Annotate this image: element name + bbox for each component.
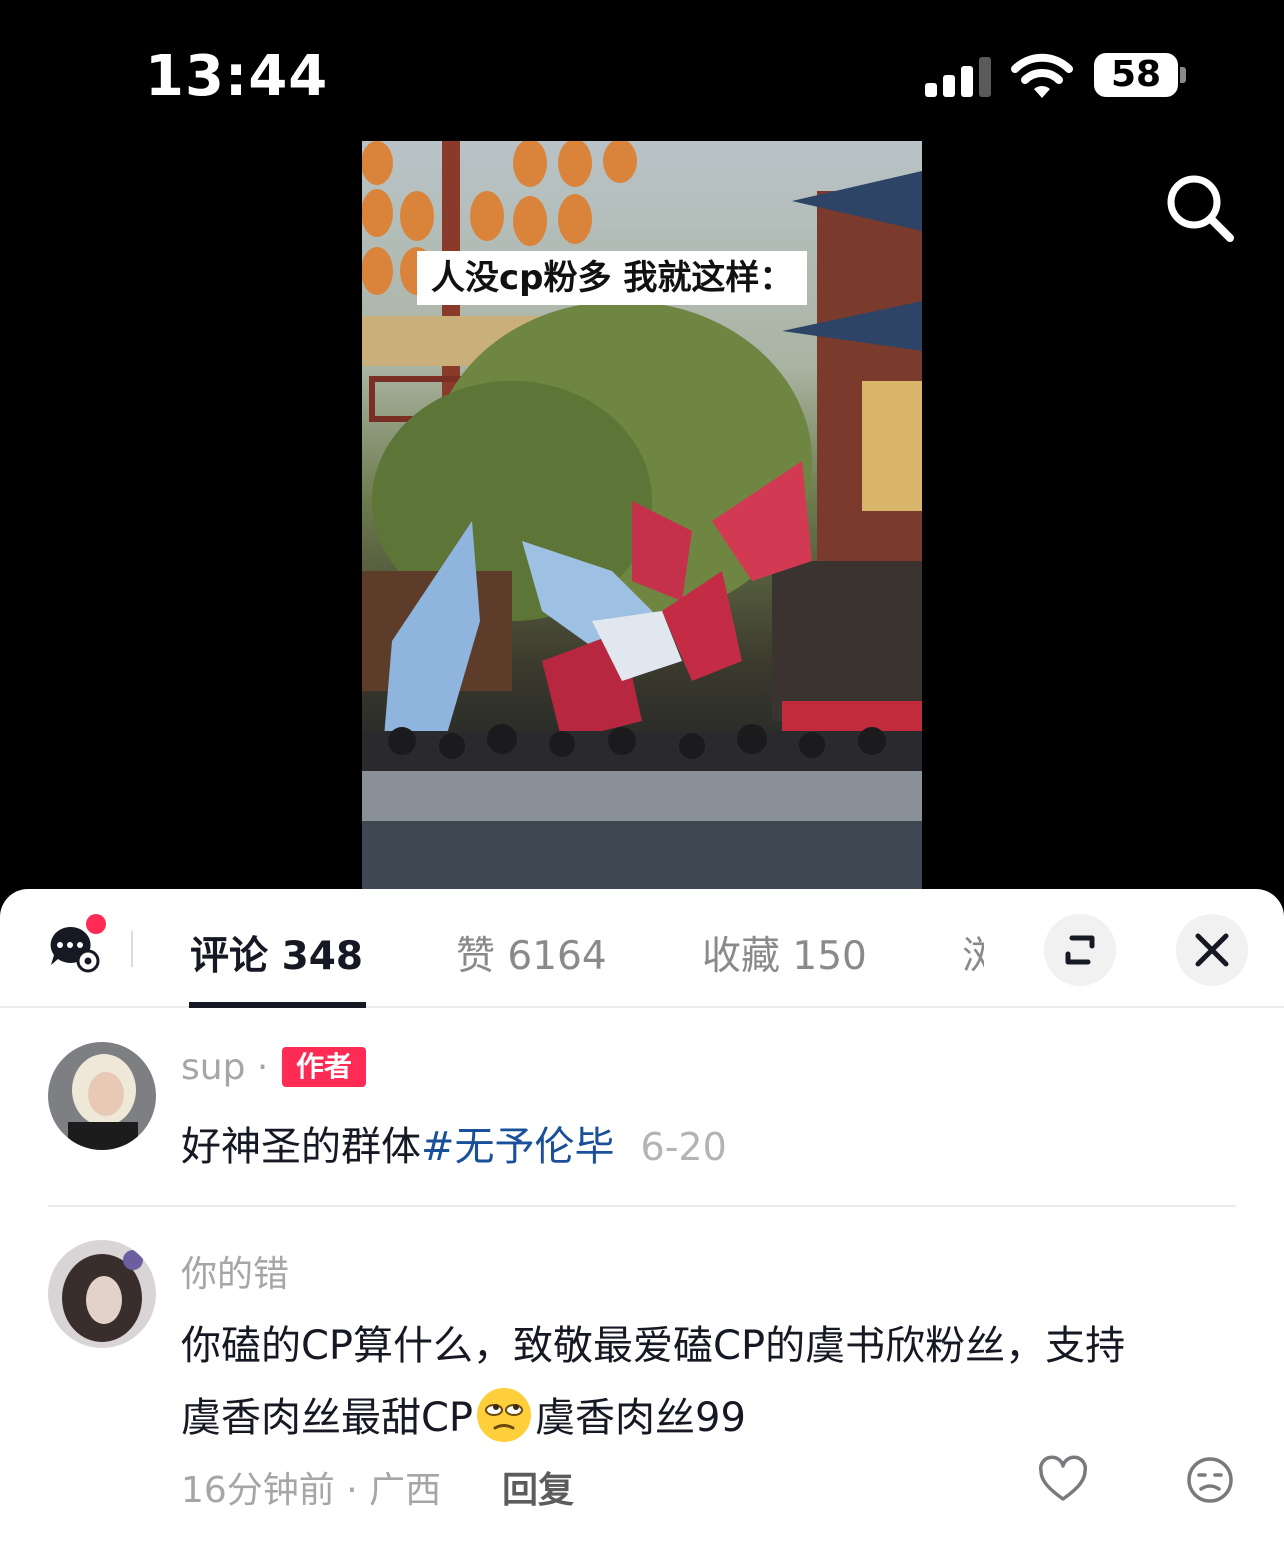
comment-date: 6-20 [640, 1125, 727, 1169]
hashtag-link[interactable]: #无予伦毕 [421, 1124, 615, 1170]
comment-text: 好神圣的群体#无予伦毕 6-20 [181, 1114, 727, 1172]
comment-body-part: 虞香肉丝99 [535, 1395, 746, 1441]
avatar-image [48, 1042, 156, 1150]
comment-body: 好神圣的群体 [181, 1124, 421, 1170]
comment-sheet: 评论 348 赞 6164 收藏 150 浏 sup · 作者 好神圣的群体#无… [0, 889, 1284, 1557]
dislike-face-icon[interactable] [1185, 1455, 1235, 1505]
comment-time-location: 16分钟前 · 广西 [181, 1470, 442, 1511]
comment-username[interactable]: sup · [181, 1047, 268, 1088]
search-icon[interactable] [1162, 170, 1238, 246]
close-button[interactable] [1176, 914, 1248, 986]
comment-text-line-1: 你磕的CP算什么，致敬最爱磕CP的虞书欣粉丝，支持 [181, 1323, 1126, 1369]
eye-roll-emoji-icon [477, 1388, 532, 1442]
avatar[interactable] [48, 1240, 156, 1348]
battery-indicator: 58 [1094, 53, 1178, 97]
expand-button[interactable] [1044, 914, 1116, 986]
comment-body-part: 虞香肉丝最甜CP [181, 1395, 474, 1441]
like-heart-icon[interactable] [1038, 1455, 1088, 1505]
notification-dot [86, 914, 106, 934]
battery-nub [1180, 67, 1186, 83]
tab-comments[interactable]: 评论 348 [190, 925, 363, 981]
comment-divider [48, 1205, 1236, 1207]
tabs-bar: 评论 348 赞 6164 收藏 150 浏 [0, 889, 1284, 1008]
close-icon [1195, 933, 1229, 967]
tab-divider [131, 931, 133, 967]
reply-button[interactable]: 回复 [502, 1461, 574, 1513]
tab-views-truncated[interactable]: 浏 [962, 925, 984, 981]
comment-text-line-2: 虞香肉丝最甜CP 虞香肉丝99 [181, 1385, 746, 1444]
video-caption: 人没cp粉多 我就这样： [417, 251, 808, 305]
author-badge: 作者 [282, 1047, 366, 1087]
status-time: 13:44 [145, 44, 329, 109]
wifi-icon [1011, 53, 1073, 98]
tab-favorites[interactable]: 收藏 150 [702, 925, 867, 981]
expand-icon [1065, 935, 1095, 965]
avatar[interactable] [48, 1042, 156, 1150]
active-tab-indicator [189, 1002, 366, 1008]
status-bar: 13:44 58 [0, 0, 1284, 140]
comment-username[interactable]: 你的错 [181, 1245, 289, 1297]
video-player[interactable]: 人没cp粉多 我就这样： [362, 141, 922, 889]
avatar-image [48, 1240, 156, 1348]
cellular-signal-icon [925, 55, 991, 97]
tab-likes[interactable]: 赞 6164 [456, 925, 607, 981]
